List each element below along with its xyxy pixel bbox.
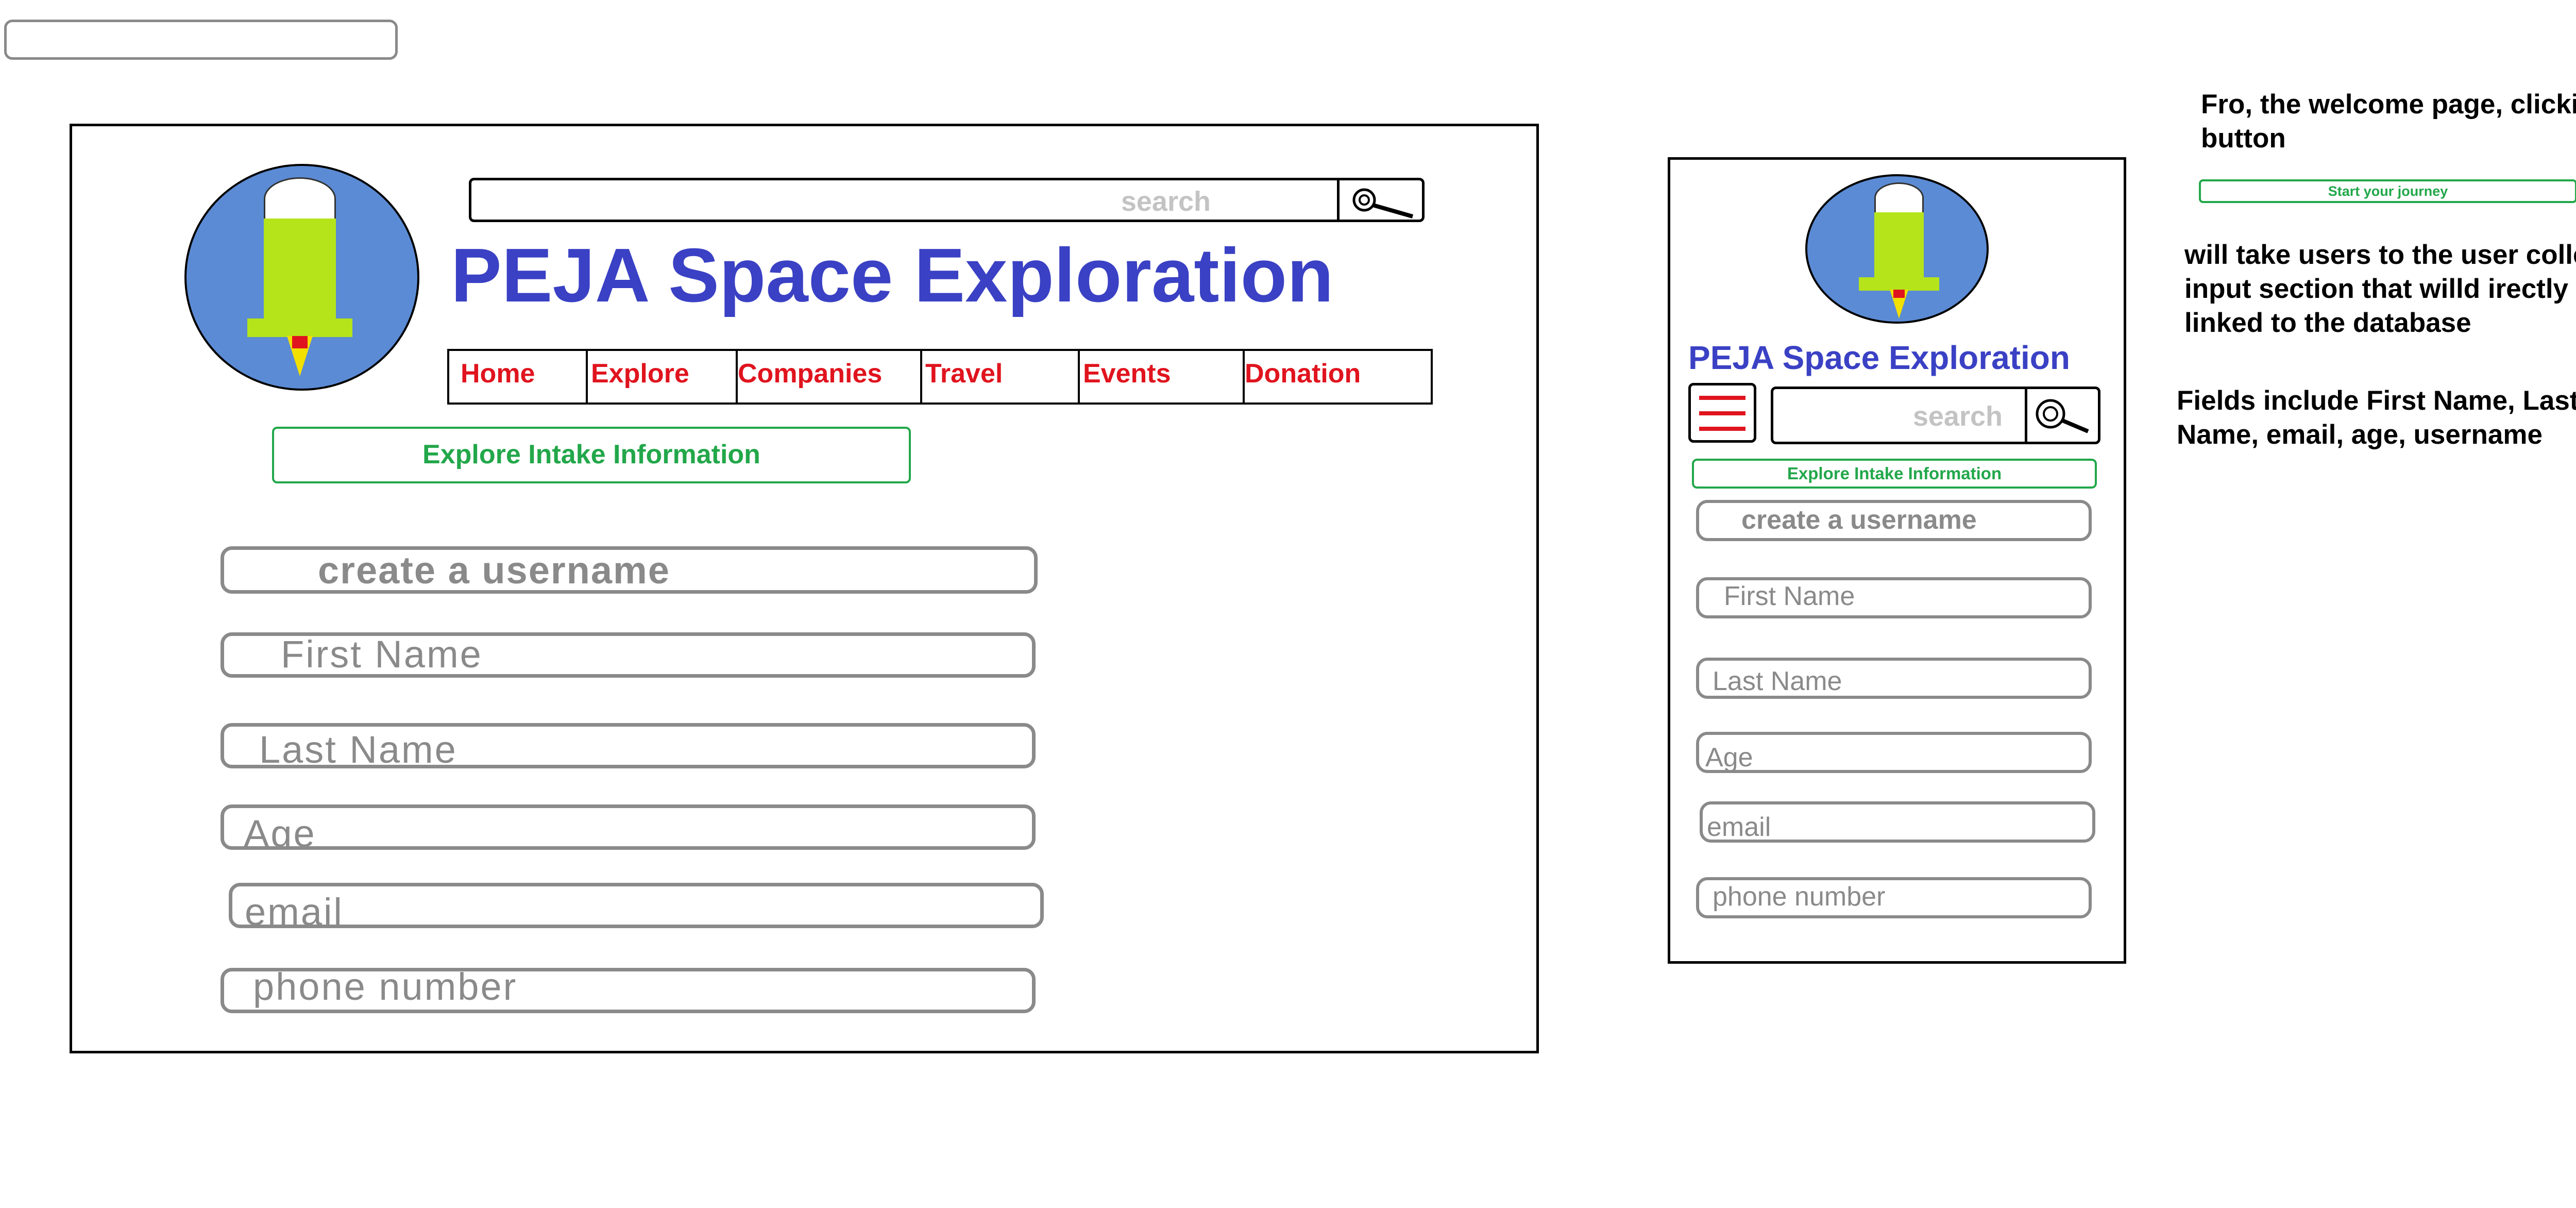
search-icon <box>1352 188 1414 219</box>
search-button[interactable] <box>2025 389 2098 442</box>
explore-intake-button[interactable]: Explore Intake Information <box>272 427 911 483</box>
nav-donation[interactable]: Donation <box>1245 351 1431 402</box>
page-title: PEJA Space Exploration <box>1688 339 2070 376</box>
first-name-field[interactable]: First Name <box>221 632 1036 678</box>
rocket-window-icon <box>1874 182 1924 213</box>
nav-companies[interactable]: Companies <box>738 351 922 402</box>
search-input[interactable]: search <box>1773 400 2003 437</box>
nav-home[interactable]: Home <box>449 351 588 402</box>
rocket-icon <box>1874 212 1924 279</box>
mobile-frame: PEJA Space Exploration search Explore In… <box>1668 157 2126 964</box>
rocket-window-icon <box>264 177 336 221</box>
first-name-field[interactable]: First Name <box>1696 577 2092 618</box>
email-field[interactable]: email <box>1700 801 2095 843</box>
username-field[interactable]: create a username <box>221 546 1038 594</box>
rocket-logo <box>1805 174 1989 324</box>
note-welcome-page: Fro, the welcome page, clicking this but… <box>2201 89 2576 154</box>
age-field[interactable]: Age <box>1696 732 2092 773</box>
explore-intake-button[interactable]: Explore Intake Information <box>1692 459 2097 489</box>
search-icon <box>2036 399 2089 433</box>
rocket-logo <box>184 164 419 391</box>
desktop-frame: search PEJA Space Exploration Home Explo… <box>70 124 1539 1053</box>
last-name-field[interactable]: Last Name <box>221 723 1036 768</box>
menu-icon <box>1699 396 1745 432</box>
placeholder-box <box>4 20 398 60</box>
page-title: PEJA Space Exploration <box>451 234 1334 317</box>
nav-events[interactable]: Events <box>1080 351 1245 402</box>
nav-explore[interactable]: Explore <box>588 351 738 402</box>
username-field[interactable]: create a username <box>1696 500 2092 541</box>
nav-bar: Home Explore Companies Travel Events Don… <box>447 349 1433 405</box>
search-input[interactable]: search <box>471 186 1211 222</box>
note-user-input-section: will take users to the user collecfted i… <box>2184 240 2576 338</box>
email-field[interactable]: email <box>229 883 1044 928</box>
search-button[interactable] <box>1337 180 1422 220</box>
nav-travel[interactable]: Travel <box>922 351 1080 402</box>
note-fields: Fields include First Name, Last Name, em… <box>2177 385 2576 450</box>
search-bar[interactable]: search <box>1771 387 2100 444</box>
start-your-journey-button[interactable]: Start your journey <box>2199 179 2576 203</box>
last-name-field[interactable]: Last Name <box>1696 658 2092 699</box>
search-bar[interactable]: search <box>469 178 1425 222</box>
phone-number-field[interactable]: phone number <box>221 968 1036 1013</box>
hamburger-menu-button[interactable] <box>1688 383 1756 443</box>
age-field[interactable]: Age <box>221 804 1036 850</box>
rocket-icon <box>264 219 336 322</box>
phone-number-field[interactable]: phone number <box>1696 877 2092 918</box>
